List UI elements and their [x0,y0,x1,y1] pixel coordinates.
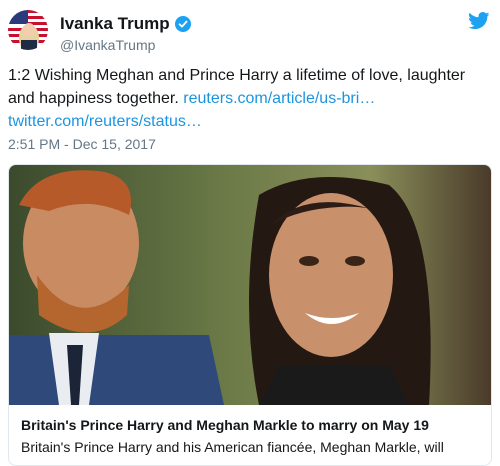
card-title[interactable]: Britain's Prince Harry and Meghan Markle… [21,417,429,433]
author-name-text[interactable]: Ivanka Trump [60,14,170,34]
verified-badge-icon [174,16,191,32]
status-link[interactable]: twitter.com/reuters/status… [8,113,202,130]
tweet-timestamp[interactable]: 2:51 PM - Dec 15, 2017 [8,136,156,152]
link-card[interactable]: Britain's Prince Harry and Meghan Markle… [8,164,492,466]
twitter-bird-icon[interactable] [468,12,490,30]
author-name[interactable]: Ivanka Trump [60,14,191,34]
tweet-text: 1:2 Wishing Meghan and Prince Harry a li… [8,64,488,133]
author-handle[interactable]: @IvankaTrump [60,37,155,53]
article-link[interactable]: reuters.com/article/us-bri… [183,90,375,107]
card-photo[interactable] [9,165,491,405]
card-description: Britain's Prince Harry and his American … [21,439,444,455]
avatar[interactable] [8,10,48,50]
tweet-header: Ivanka Trump @IvankaTrump [8,8,492,56]
